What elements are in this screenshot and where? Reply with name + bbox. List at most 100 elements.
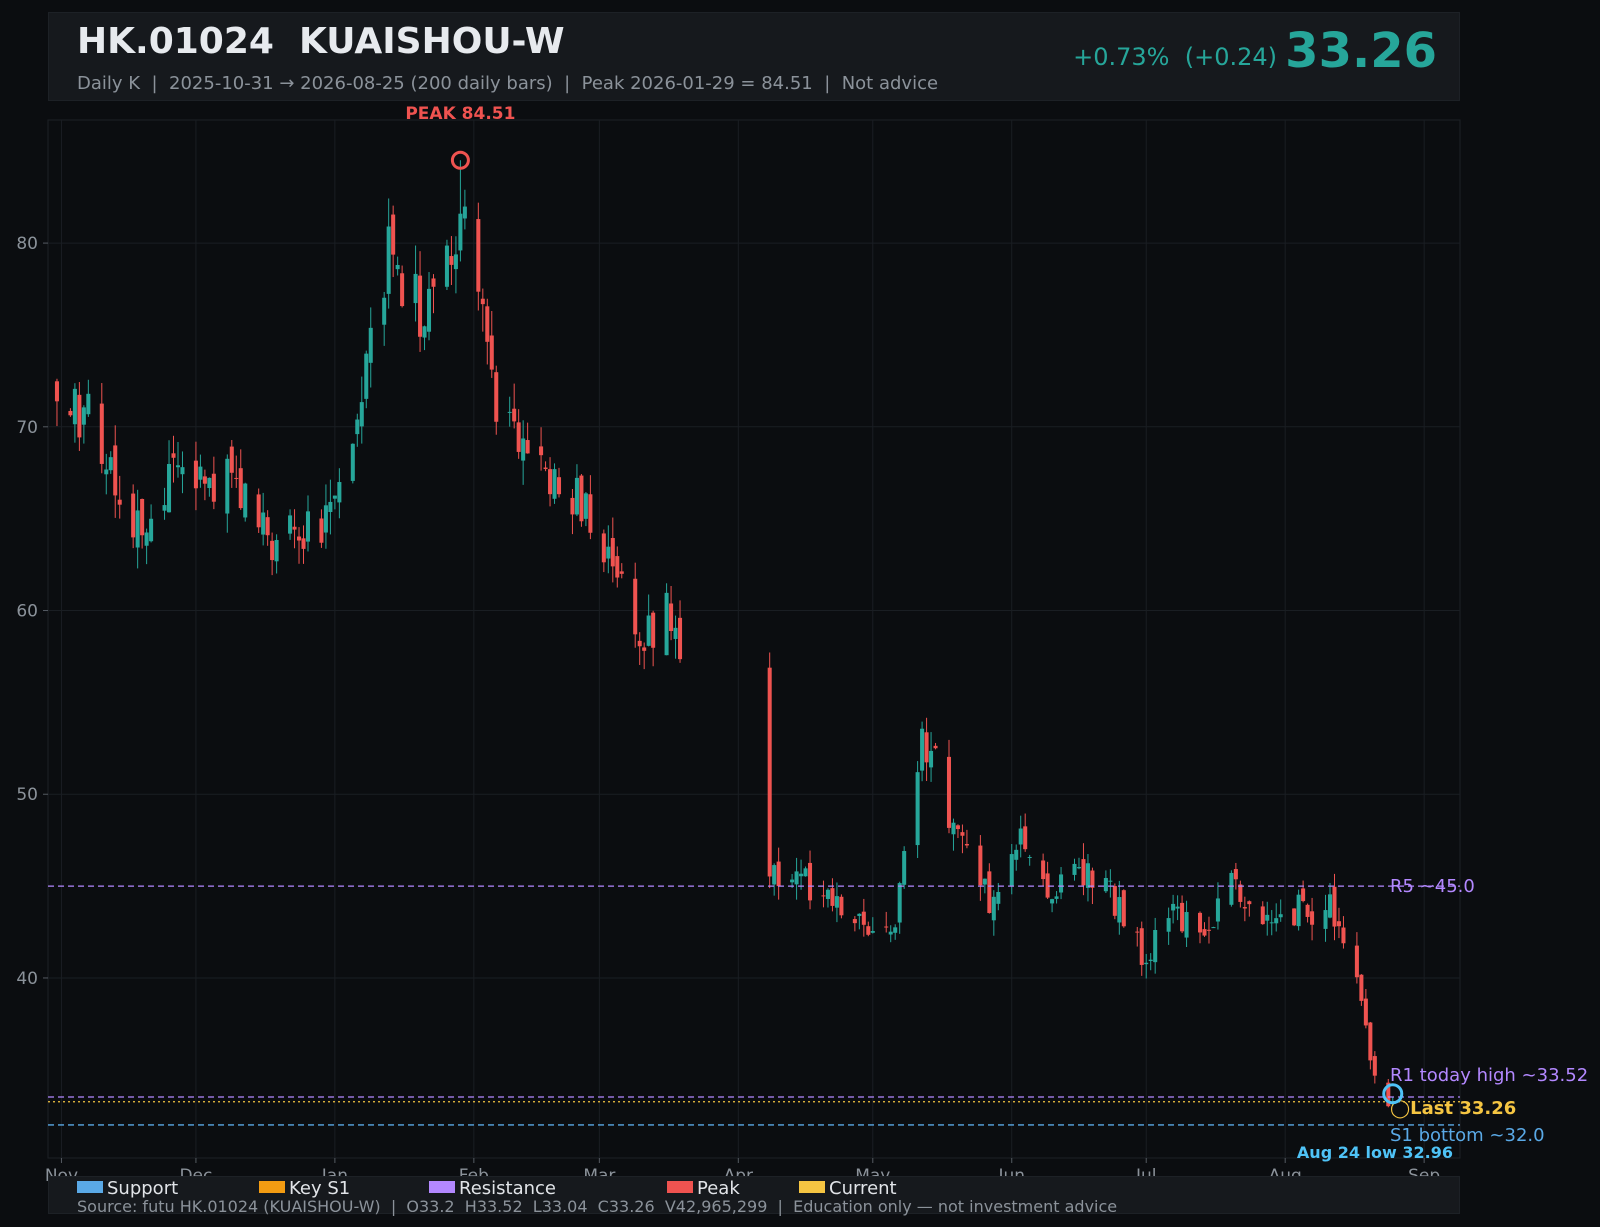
candle-body [301, 538, 306, 549]
candle-body [902, 851, 907, 885]
candle-body [651, 612, 656, 648]
candle-body [646, 615, 651, 646]
candle-body [1108, 880, 1113, 882]
candle-body [866, 926, 871, 935]
candle-body [180, 467, 185, 475]
candle-body [1323, 910, 1328, 929]
candle-body [637, 640, 642, 647]
candle-body [1009, 854, 1014, 886]
candle-body [808, 862, 813, 901]
candle-body [1247, 901, 1252, 905]
candle-body [964, 843, 969, 846]
candle-body [453, 254, 458, 270]
candle-body [929, 750, 934, 768]
chart-footer: Support Key S1 Resistance Peak Current Sourc… [48, 1176, 1460, 1216]
candle-body [1238, 884, 1243, 902]
candle-body [422, 326, 427, 338]
candle-body [982, 878, 987, 885]
candle-body [1363, 998, 1368, 1026]
candle-body [261, 512, 266, 535]
candle-body [162, 505, 167, 511]
candle-body [610, 537, 615, 567]
candle-body [556, 477, 562, 495]
candle-body [1139, 928, 1144, 965]
candle-body [619, 571, 624, 574]
candle-body [1081, 859, 1086, 886]
candle-body [1090, 870, 1095, 888]
candle-body [1354, 945, 1359, 978]
candle-body [1372, 1056, 1377, 1076]
candle-body [225, 458, 230, 514]
candle-body [1274, 918, 1279, 924]
candle-body [86, 393, 91, 415]
candle-body [897, 883, 902, 923]
candle-body [400, 273, 405, 307]
legend-swatch [259, 1181, 285, 1193]
candle-body [104, 469, 109, 475]
candle-body [1215, 898, 1220, 922]
candle-body [265, 517, 270, 536]
candle-body [946, 756, 952, 828]
candle-body [951, 822, 956, 835]
candle-body [337, 482, 342, 503]
candle-body [606, 546, 611, 559]
y-tick-label: 50 [16, 785, 38, 805]
candle-body [135, 510, 140, 548]
candle-body [444, 245, 449, 287]
candle-body [108, 457, 113, 471]
legend-label: Key S1 [289, 1178, 351, 1199]
legend-item-support: Support [77, 1178, 178, 1199]
candle-body [1041, 860, 1046, 880]
candle-body [144, 532, 149, 546]
candle-body [893, 927, 898, 933]
candle-body [1085, 863, 1090, 888]
candle-body [1265, 914, 1270, 921]
candle-body [1242, 907, 1247, 909]
candle-body [633, 578, 638, 635]
candle-body [852, 919, 857, 924]
candle-body [521, 438, 526, 461]
candle-body [77, 394, 82, 438]
candle-body [1121, 890, 1126, 927]
candle-body [579, 475, 584, 522]
candle-body [799, 873, 804, 877]
candle-body [1332, 886, 1337, 927]
candle-body [364, 353, 369, 399]
candle-body [857, 913, 862, 916]
candle-body [920, 728, 925, 771]
candle-body [234, 477, 239, 479]
candle-body [1327, 894, 1333, 918]
candle-body [332, 495, 337, 499]
legend-label: Current [829, 1178, 897, 1199]
candle-body [583, 493, 588, 519]
candle-body [350, 443, 355, 481]
legend-label: Support [107, 1178, 179, 1199]
candle-body [382, 297, 387, 325]
candle-body [1301, 888, 1306, 902]
candle-body [386, 226, 391, 294]
candle-body [794, 871, 799, 885]
candle-body [516, 422, 521, 452]
candle-body [355, 419, 360, 435]
candle-body [790, 879, 795, 883]
candle-body [1229, 872, 1234, 905]
y-tick-label: 60 [16, 602, 38, 622]
candle-body [1305, 904, 1310, 917]
candle-body [673, 627, 678, 639]
candle-body [615, 556, 620, 578]
candle-body [480, 298, 485, 305]
candle-body [1054, 896, 1059, 899]
candle-body [678, 617, 683, 660]
candle-body [1148, 959, 1153, 962]
candle-body [512, 408, 517, 422]
candle-body [1233, 869, 1238, 880]
candle-body [924, 732, 929, 763]
candle-body [1292, 908, 1297, 926]
candle-body [489, 335, 494, 370]
aug-low-label: Aug 24 low 32.96 [1297, 1143, 1453, 1162]
candle-body [297, 536, 302, 541]
candle-body [987, 871, 992, 913]
legend-swatch [429, 1181, 455, 1193]
candle-body [884, 926, 889, 928]
y-tick-label: 40 [16, 969, 38, 989]
